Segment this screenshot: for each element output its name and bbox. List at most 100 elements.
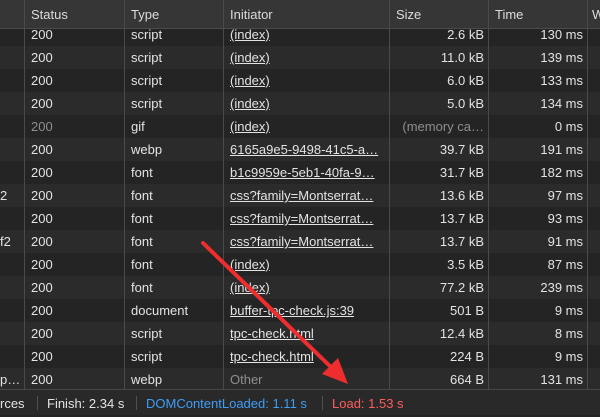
initiator-cell[interactable]: (index)	[230, 253, 382, 276]
initiator-cell[interactable]: (index)	[230, 115, 382, 138]
type-cell: font	[131, 257, 153, 272]
name-cell	[0, 253, 24, 276]
finish-time: Finish: 2.34 s	[47, 396, 125, 411]
time-cell: 87 ms	[547, 257, 583, 272]
size-cell: 13.7 kB	[439, 234, 484, 249]
initiator-cell[interactable]: 6165a9e5-9498-41c5-a…	[230, 138, 382, 161]
table-row[interactable]: p… 200 webp Other 664 B 131 ms	[0, 368, 600, 389]
table-row[interactable]: 200 document buffer-tpc-check.js:39 501 B 9 …	[0, 299, 600, 322]
time-cell: 9 ms	[554, 349, 583, 364]
size-cell: 224 B	[450, 349, 484, 364]
time-cell: 134 ms	[540, 96, 583, 111]
initiator-cell[interactable]: b1c9959e-5eb1-40fa-9…	[230, 161, 382, 184]
status-bar: rces Finish: 2.34 s DOMContentLoaded: 1.…	[0, 389, 600, 415]
table-row[interactable]: 200 script tpc-check.html 12.4 kB 8 ms	[0, 322, 600, 345]
table-row[interactable]: 200 gif (index) (memory ca… 0 ms	[0, 115, 600, 138]
status-cell: 200	[31, 372, 53, 387]
size-cell: 12.4 kB	[439, 326, 484, 341]
initiator-cell[interactable]: tpc-check.html	[230, 345, 382, 368]
table-row[interactable]: 200 script tpc-check.html 224 B 9 ms	[0, 345, 600, 368]
table-row[interactable]: f2 200 font css?family=Montserrat… 13.7 kB 91…	[0, 230, 600, 253]
size-cell: 77.2 kB	[439, 280, 484, 295]
status-cell: 200	[31, 119, 53, 134]
name-cell: p…	[0, 372, 21, 387]
size-cell: 3.5 kB	[447, 257, 484, 272]
initiator-cell[interactable]: css?family=Montserrat…	[230, 184, 382, 207]
name-cell	[0, 29, 24, 46]
type-cell: font	[131, 165, 153, 180]
type-cell: script	[131, 73, 163, 88]
type-cell: gif	[131, 119, 145, 134]
initiator-cell[interactable]: (index)	[230, 276, 382, 299]
type-cell: script	[131, 29, 163, 42]
table-row[interactable]: 200 script (index) 6.0 kB 133 ms	[0, 69, 600, 92]
initiator-cell[interactable]: css?family=Montserrat…	[230, 207, 382, 230]
table-row[interactable]: 200 script (index) 2.6 kB 130 ms	[0, 29, 600, 46]
status-cell: 200	[31, 50, 53, 65]
size-cell: 39.7 kB	[439, 142, 484, 157]
initiator-cell[interactable]: css?family=Montserrat…	[230, 230, 382, 253]
column-header-name[interactable]	[0, 0, 24, 29]
type-cell: font	[131, 188, 153, 203]
size-cell: 31.7 kB	[439, 165, 484, 180]
time-cell: 0 ms	[554, 119, 583, 134]
table-row[interactable]: 200 font b1c9959e-5eb1-40fa-9… 31.7 kB 182 m…	[0, 161, 600, 184]
column-divider[interactable]	[24, 0, 25, 389]
size-cell: 2.6 kB	[447, 29, 484, 42]
column-header-time[interactable]: Time	[495, 0, 583, 29]
initiator-cell[interactable]: (index)	[230, 46, 382, 69]
name-cell	[0, 276, 24, 299]
column-divider[interactable]	[587, 0, 588, 389]
initiator-cell: Other	[230, 372, 263, 387]
requests-table: 200 script (index) 2.6 kB 130 ms 200 script (in…	[0, 29, 600, 389]
size-cell: 11.0 kB	[440, 50, 484, 65]
type-cell: font	[131, 280, 153, 295]
column-header-size[interactable]: Size	[396, 0, 486, 29]
name-cell	[0, 115, 24, 138]
status-cell: 200	[31, 211, 53, 226]
initiator-cell[interactable]: buffer-tpc-check.js:39	[230, 299, 382, 322]
initiator-cell[interactable]: (index)	[230, 92, 382, 115]
time-cell: 93 ms	[547, 211, 583, 226]
table-header: Status Type Initiator Size Time W	[0, 0, 600, 29]
name-cell	[0, 161, 24, 184]
size-cell: 13.6 kB	[439, 188, 484, 203]
table-row[interactable]: 200 script (index) 11.0 kB 139 ms	[0, 46, 600, 69]
status-cell: 200	[31, 188, 53, 203]
time-cell: 91 ms	[547, 234, 583, 249]
column-divider[interactable]	[124, 0, 125, 389]
status-cell: 200	[31, 73, 53, 88]
column-header-type[interactable]: Type	[131, 0, 221, 29]
column-header-waterfall[interactable]: W	[592, 0, 600, 29]
type-cell: script	[131, 349, 163, 364]
table-row[interactable]: 2 200 font css?family=Montserrat… 13.6 kB 97 …	[0, 184, 600, 207]
status-cell: 200	[31, 349, 53, 364]
time-cell: 97 ms	[547, 188, 583, 203]
table-row[interactable]: 200 font css?family=Montserrat… 13.7 kB 93 m…	[0, 207, 600, 230]
size-cell: 5.0 kB	[447, 96, 484, 111]
size-cell: 6.0 kB	[447, 73, 484, 88]
table-row[interactable]: 200 webp 6165a9e5-9498-41c5-a… 39.7 kB 191 m…	[0, 138, 600, 161]
domcontentloaded-time: DOMContentLoaded: 1.11 s	[146, 396, 307, 411]
status-cell: 200	[31, 142, 53, 157]
column-divider[interactable]	[389, 0, 390, 389]
name-cell: 2	[0, 188, 8, 203]
initiator-cell[interactable]: (index)	[230, 69, 382, 92]
column-divider[interactable]	[488, 0, 489, 389]
table-row[interactable]: 200 font (index) 77.2 kB 239 ms	[0, 276, 600, 299]
initiator-cell[interactable]: tpc-check.html	[230, 322, 382, 345]
type-cell: font	[131, 234, 153, 249]
type-cell: script	[131, 326, 163, 341]
size-cell: 501 B	[450, 303, 484, 318]
status-cell: 200	[31, 280, 53, 295]
divider	[37, 396, 38, 410]
column-header-status[interactable]: Status	[31, 0, 121, 29]
type-cell: webp	[131, 142, 163, 157]
column-header-initiator[interactable]: Initiator	[230, 0, 385, 29]
table-row[interactable]: 200 font (index) 3.5 kB 87 ms	[0, 253, 600, 276]
status-cell: 200	[31, 165, 53, 180]
column-divider[interactable]	[223, 0, 224, 389]
initiator-cell[interactable]: (index)	[230, 29, 382, 46]
time-cell: 9 ms	[554, 303, 583, 318]
table-row[interactable]: 200 script (index) 5.0 kB 134 ms	[0, 92, 600, 115]
